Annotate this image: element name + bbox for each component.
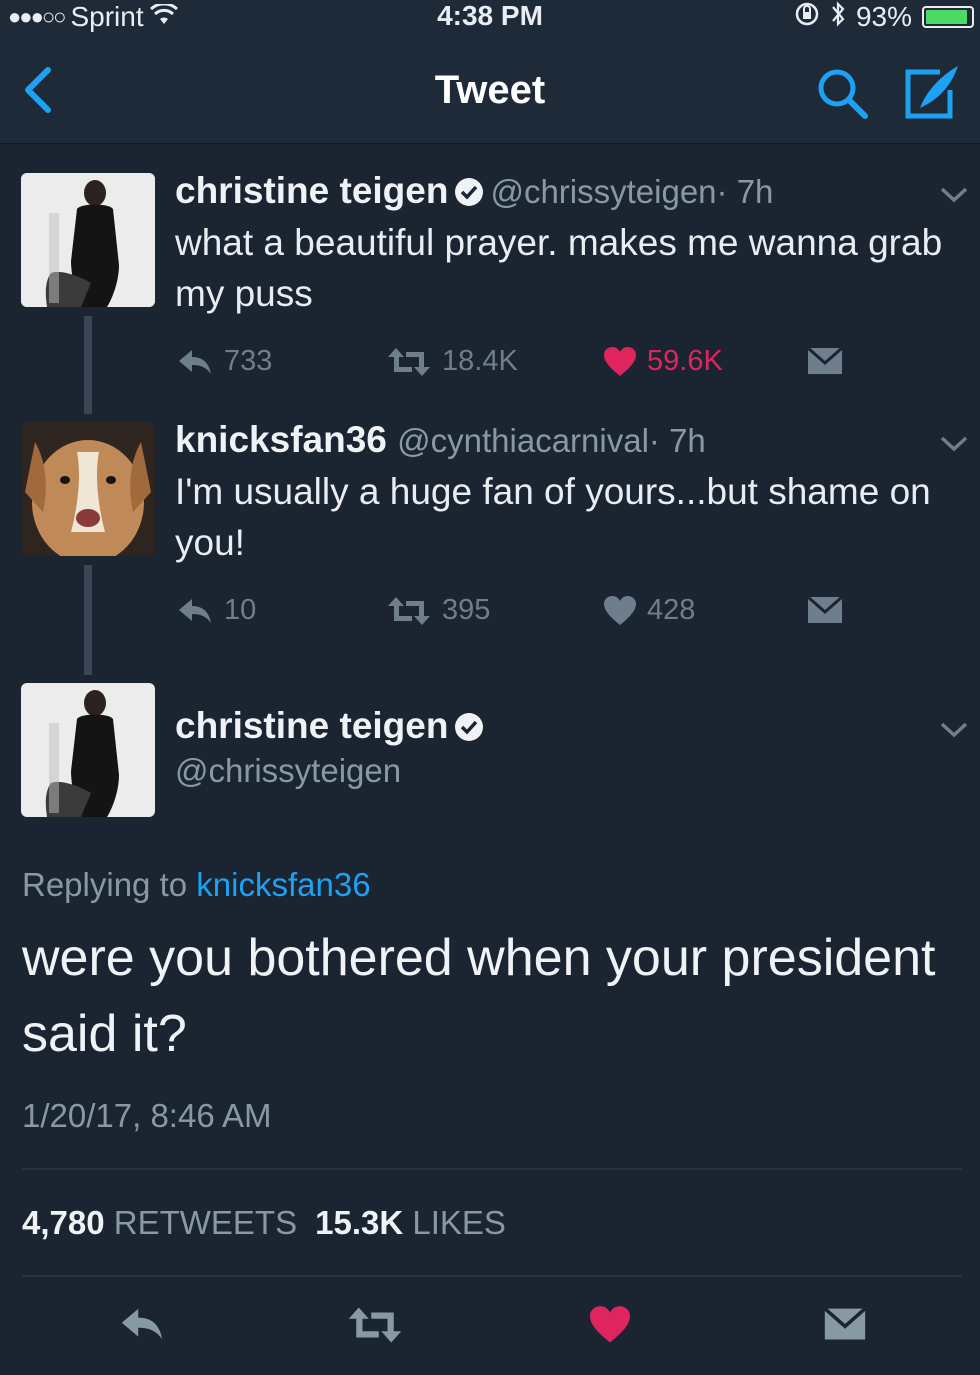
verified-badge-icon [454,709,484,741]
tweet-text: what a beautiful prayer. makes me wanna … [175,222,943,314]
bluetooth-icon [830,0,846,35]
likes-stat[interactable]: 15.3K LIKES [315,1204,506,1242]
likes-count: 15.3K [315,1204,404,1241]
retweet-count: 18.4K [442,345,518,377]
dm-button[interactable] [822,1305,868,1348]
retweets-count: 4,780 [22,1204,105,1241]
replying-to: Replying to knicksfan36 [22,866,371,904]
replying-prefix: Replying to [22,866,188,903]
retweet-button[interactable]: 395 [386,594,490,627]
compose-icon[interactable] [900,62,964,126]
nav-bar: Tweet [0,38,980,144]
like-count: 59.6K [647,345,723,377]
divider [22,1168,962,1170]
author-handle: @chrissyteigen [490,173,717,210]
envelope-icon [806,594,844,626]
envelope-icon [823,1307,867,1340]
orientation-lock-icon [794,1,820,34]
tweet-timestamp: 1/20/17, 8:46 AM [22,1097,272,1134]
tweet-time: · 7h [648,422,706,459]
retweet-button[interactable] [346,1305,404,1350]
thread-connector [84,565,92,675]
divider [22,1275,962,1277]
tweet-time: · 7h [716,173,774,210]
reply-icon [176,596,214,626]
search-icon[interactable] [815,66,871,122]
reply-button[interactable] [118,1305,166,1348]
like-count: 428 [647,594,696,626]
avatar-photo [21,422,155,556]
reply-icon [121,1308,163,1340]
dm-button[interactable] [806,345,844,377]
retweets-stat[interactable]: 4,780 RETWEETS [22,1204,297,1242]
retweets-label: RETWEETS [113,1204,298,1241]
author-handle: @cynthiacarnival [397,422,649,459]
reply-button[interactable]: 733 [176,345,272,378]
battery-fill [926,10,967,24]
tweet-author[interactable]: christine teigen @chrissyteigen· 7h [175,170,773,212]
chevron-down-icon[interactable] [938,185,970,205]
avatar[interactable] [21,683,155,817]
replying-to-link[interactable]: knicksfan36 [196,866,370,903]
retweet-icon [386,595,432,627]
like-button[interactable]: 428 [603,594,695,627]
author-name: christine teigen [175,705,449,746]
heart-icon [603,346,637,378]
author-name: knicksfan36 [175,419,387,460]
chevron-down-icon[interactable] [938,720,970,740]
chevron-down-icon[interactable] [938,434,970,454]
reply-button[interactable]: 10 [176,594,256,627]
battery-icon [922,6,974,28]
heart-icon [603,595,637,627]
main-tweet-text: were you bothered when your president sa… [22,929,936,1063]
retweet-count: 395 [442,594,491,626]
battery-percent: 93% [855,1,912,32]
like-button[interactable]: 59.6K [603,345,723,378]
avatar-photo [21,683,155,817]
avatar-photo [21,173,155,307]
dm-button[interactable] [806,594,844,626]
retweet-button[interactable]: 18.4K [386,345,518,378]
tweet-author[interactable]: knicksfan36 @cynthiacarnival· 7h [175,419,706,461]
reply-count: 733 [224,345,273,377]
envelope-icon [806,345,844,377]
avatar[interactable] [21,173,155,307]
reply-count: 10 [224,594,257,626]
main-author-name[interactable]: christine teigen [175,705,490,747]
retweet-icon [348,1307,402,1343]
status-right: 93% [794,0,974,34]
tweet-stats: 4,780 RETWEETS 15.3K LIKES [22,1204,506,1242]
likes-label: LIKES [412,1204,506,1241]
like-button[interactable] [588,1305,632,1350]
thread-connector [84,316,92,414]
status-bar: ●●●○○ Sprint 4:38 PM 93% [0,0,980,38]
tweet-text: I'm usually a huge fan of yours...but sh… [175,471,931,563]
reply-icon [176,347,214,377]
avatar[interactable] [21,422,155,556]
retweet-icon [386,346,432,378]
author-name: christine teigen [175,170,449,211]
main-author-handle[interactable]: @chrissyteigen [175,752,401,790]
heart-icon [590,1306,630,1343]
verified-badge-icon [454,174,484,206]
